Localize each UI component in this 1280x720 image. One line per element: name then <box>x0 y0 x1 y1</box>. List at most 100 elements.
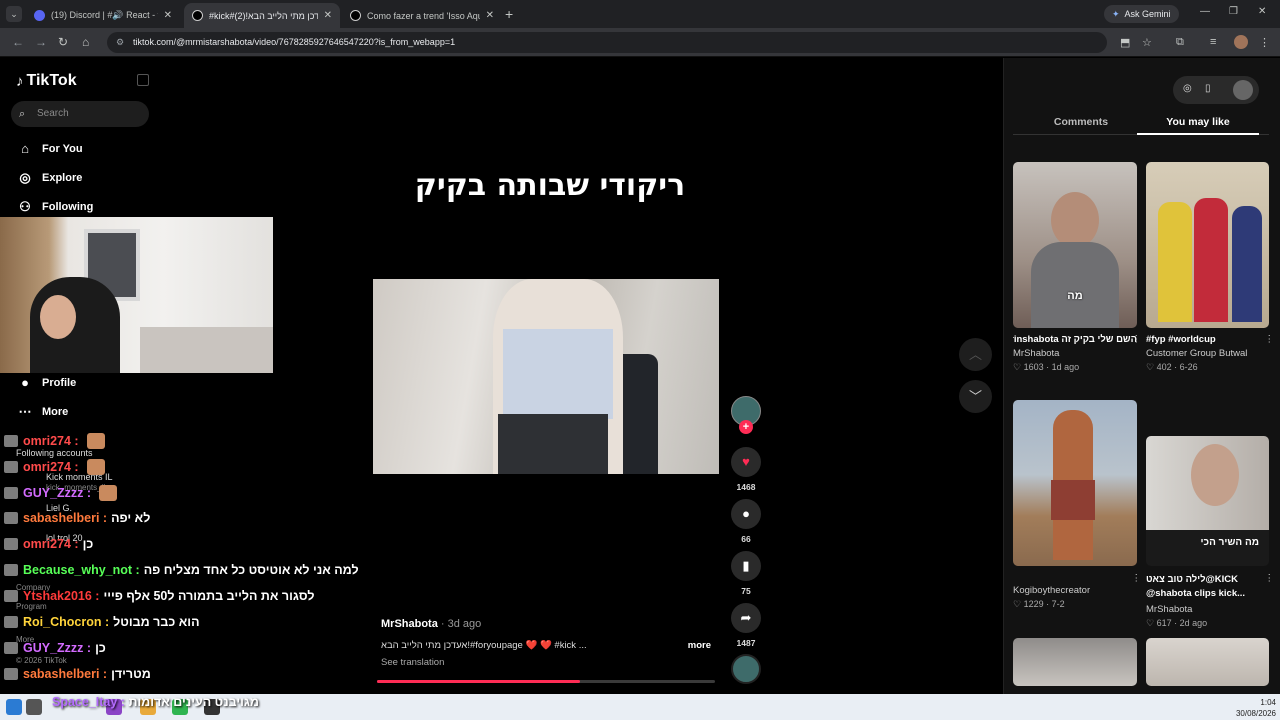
chat-message: GUY_Zzzz : <box>4 485 118 501</box>
site-info-icon[interactable]: ⚙ <box>116 32 124 53</box>
chat-message: GUY_Zzzz : כן <box>4 641 106 655</box>
emote-icon <box>86 459 105 475</box>
restore-button[interactable]: ❐ <box>1229 6 1238 17</box>
chat-text: הוא כבר מבוטל <box>113 615 200 629</box>
video-card-info[interactable]: Kogiboythecreator ♡ 1229 · 7-2 ⋮ <box>1013 573 1141 610</box>
bookmark-icon[interactable]: ▮ <box>731 551 761 581</box>
video-thumbnail[interactable] <box>1013 638 1137 686</box>
video-card-info[interactable]: לילה טוב צאט@KICK @shabota clips kick...… <box>1146 573 1274 629</box>
browser-tab-bar: ⌄ (19) Discord | #🔊 React - t ✕ #kick#אע… <box>0 0 1280 28</box>
video-card-info[interactable]: השם שלי בקיק זה Liorsorinshabota... MrSh… <box>1013 334 1141 373</box>
video-card-info[interactable]: #fyp #worldcup Customer Group Butwal ♡ 4… <box>1146 334 1274 373</box>
video-thumbnail[interactable] <box>1146 638 1269 686</box>
search-input[interactable]: ⌕ Search <box>11 101 149 127</box>
chat-message: Because_why_not : למה אני לא אוטיסט כל אח… <box>4 563 359 577</box>
thumb-face <box>1191 444 1239 506</box>
tab-comments[interactable]: Comments <box>1021 116 1141 128</box>
chat-message: Roi_Chocron : הוא כבר מבוטל <box>4 615 200 629</box>
user-avatar[interactable] <box>1233 80 1253 100</box>
close-window-button[interactable]: ✕ <box>1258 6 1266 17</box>
chat-username: omri274 : <box>23 434 79 448</box>
menu-kebab-icon[interactable]: ⋮ <box>1259 36 1270 49</box>
search-icon: ⌕ <box>19 108 26 120</box>
chat-badge-icon <box>4 616 18 628</box>
footer-link-program[interactable]: Program <box>16 602 47 611</box>
video-thumbnail[interactable] <box>1146 162 1269 328</box>
profile-avatar[interactable] <box>1234 35 1248 49</box>
follow-button[interactable]: + <box>739 420 753 434</box>
search-icon[interactable] <box>26 699 42 715</box>
heart-icon[interactable]: ♥ <box>731 447 761 477</box>
video-thumbnail[interactable]: מה השיר הכי <box>1146 436 1269 566</box>
copyright: © 2026 TikTok <box>16 656 67 665</box>
ask-gemini-button[interactable]: ✦ Ask Gemini <box>1104 5 1179 23</box>
close-icon[interactable]: ✕ <box>324 10 332 21</box>
comment-action[interactable]: ● 66 <box>730 499 762 544</box>
close-icon[interactable]: ✕ <box>164 10 172 21</box>
minimize-button[interactable]: — <box>1200 6 1210 17</box>
nav-for-you[interactable]: ⌂ For You <box>16 141 82 156</box>
share-icon[interactable]: ➦ <box>731 603 761 633</box>
new-tab-button[interactable]: + <box>505 6 513 22</box>
more-button[interactable]: more <box>688 640 711 651</box>
chat-username: GUY_Zzzz : <box>23 486 92 500</box>
bookmark-star-icon[interactable]: ☆ <box>1142 36 1152 49</box>
tab-trend[interactable]: Como fazer a trend 'Isso Aqui É ✕ <box>342 3 502 28</box>
chat-badge-icon <box>4 564 18 576</box>
media-icon[interactable]: ≡ <box>1210 36 1216 48</box>
install-app-icon[interactable]: ⬒ <box>1120 36 1130 49</box>
video-author[interactable]: MrShabota · 3d ago <box>381 618 711 630</box>
start-icon[interactable] <box>6 699 22 715</box>
tab-tiktok-video[interactable]: #kick#אעדכן מתי הלייב הבא!(2) ✕ <box>184 3 340 28</box>
close-icon[interactable]: ✕ <box>486 10 494 21</box>
discord-icon <box>34 10 45 21</box>
next-video-button[interactable]: ﹀ <box>959 380 992 413</box>
chat-badge-icon <box>4 487 18 499</box>
video-progress-bar[interactable] <box>377 680 715 683</box>
reload-icon[interactable]: ↻ <box>58 35 68 49</box>
card-options-icon[interactable]: ⋮ <box>1132 573 1142 584</box>
nav-following[interactable]: ⚇ Following <box>16 199 93 215</box>
room-bed <box>140 327 273 373</box>
tiktok-icon <box>350 10 361 21</box>
explore-icon[interactable]: ◎ <box>1183 83 1192 94</box>
ellipsis-icon: ⋯ <box>18 404 32 419</box>
extensions-icon[interactable]: ⧉ <box>1176 36 1184 49</box>
users-icon: ⚇ <box>19 199 31 214</box>
chat-message: omri274 : כן <box>4 537 93 551</box>
gemini-icon: ✦ <box>1112 8 1120 19</box>
tab-discord[interactable]: (19) Discord | #🔊 React - t ✕ <box>26 3 180 28</box>
share-action[interactable]: ➦ 1487 <box>730 603 762 648</box>
tab-you-may-like[interactable]: You may like <box>1138 116 1258 128</box>
compass-icon: ◎ <box>19 170 31 185</box>
tab-search-button[interactable]: ⌄ <box>6 6 22 22</box>
home-icon[interactable]: ⌂ <box>82 35 89 49</box>
tiktok-logo[interactable]: ♪ TikTok <box>16 72 77 90</box>
see-translation-link[interactable]: See translation <box>381 657 711 668</box>
tiktok-icon <box>192 10 203 21</box>
nav-profile[interactable]: ● Profile <box>16 375 76 390</box>
music-disc-icon[interactable] <box>731 654 761 684</box>
save-action[interactable]: ▮ 75 <box>730 551 762 596</box>
collapse-sidebar-icon[interactable] <box>137 74 149 86</box>
system-clock[interactable]: 1:04 30/08/2026 <box>1230 697 1276 719</box>
like-action[interactable]: ♥ 1468 <box>730 447 762 492</box>
card-options-icon[interactable]: ⋮ <box>1265 573 1275 584</box>
device-icon[interactable]: ▯ <box>1205 83 1211 94</box>
video-thumbnail[interactable]: מה <box>1013 162 1137 328</box>
video-person-shirt <box>503 329 613 419</box>
chat-message: omri274 : <box>4 433 105 449</box>
nav-more[interactable]: ⋯ More <box>16 404 69 420</box>
emote-icon <box>86 433 105 449</box>
comment-icon[interactable]: ● <box>731 499 761 529</box>
forward-icon[interactable]: → <box>35 35 47 49</box>
previous-video-button[interactable]: ︿ <box>959 338 992 371</box>
back-icon[interactable]: ← <box>12 35 24 49</box>
nav-explore[interactable]: ◎ Explore <box>16 170 82 186</box>
url-field[interactable]: ⚙ tiktok.com/@mrmistarshabota/video/7678… <box>107 32 1107 53</box>
card-options-icon[interactable]: ⋮ <box>1132 334 1142 345</box>
video-thumbnail[interactable] <box>1013 400 1137 566</box>
heart-outline-icon: ♡ <box>1013 362 1022 372</box>
video-player[interactable] <box>373 279 719 474</box>
card-options-icon[interactable]: ⋮ <box>1265 334 1275 345</box>
